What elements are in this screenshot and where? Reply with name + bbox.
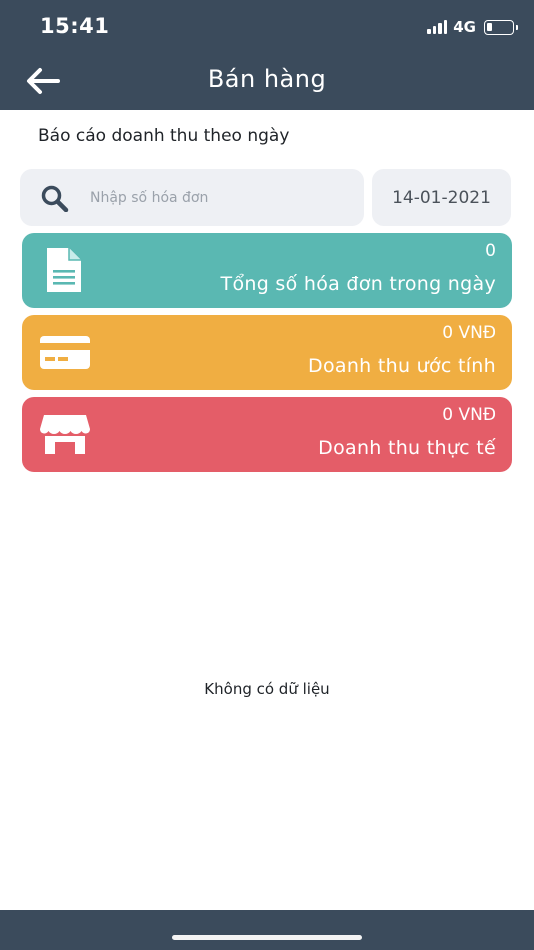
- estimated-revenue-card[interactable]: 0 VNĐ Doanh thu ước tính: [22, 315, 512, 390]
- estimated-revenue-value: 0 VNĐ: [442, 323, 496, 343]
- network-type: 4G: [453, 18, 476, 36]
- page-title: Bán hàng: [207, 65, 327, 93]
- empty-state-message: Không có dữ liệu: [204, 680, 330, 698]
- total-invoices-label: Tổng số hóa đơn trong ngày: [220, 273, 496, 295]
- nav-bar: Bán hàng: [0, 52, 534, 110]
- document-icon: [47, 248, 81, 292]
- status-bar: 15:41 4G: [0, 0, 534, 52]
- actual-revenue-label: Doanh thu thực tế: [318, 437, 496, 459]
- estimated-revenue-label: Doanh thu ước tính: [308, 355, 496, 377]
- total-invoices-card[interactable]: 0 Tổng số hóa đơn trong ngày: [22, 233, 512, 308]
- credit-card-icon: [40, 336, 90, 369]
- app-header: 15:41 4G Bán hàng: [0, 0, 534, 110]
- battery-icon: [484, 19, 518, 35]
- date-value: 14-01-2021: [392, 187, 491, 208]
- search-box[interactable]: [20, 169, 364, 226]
- status-icons: 4G: [427, 17, 518, 37]
- status-time: 15:41: [40, 14, 110, 38]
- total-invoices-value: 0: [485, 241, 496, 261]
- actual-revenue-card[interactable]: 0 VNĐ Doanh thu thực tế: [22, 397, 512, 472]
- search-input[interactable]: [90, 183, 350, 213]
- signal-icon: [427, 20, 448, 34]
- actual-revenue-value: 0 VNĐ: [442, 405, 496, 425]
- store-icon: [40, 415, 90, 454]
- report-title: Báo cáo doanh thu theo ngày: [38, 126, 290, 146]
- search-icon: [41, 185, 69, 212]
- date-picker[interactable]: 14-01-2021: [372, 169, 511, 226]
- home-indicator[interactable]: [172, 935, 362, 940]
- bottom-bar: [0, 910, 534, 950]
